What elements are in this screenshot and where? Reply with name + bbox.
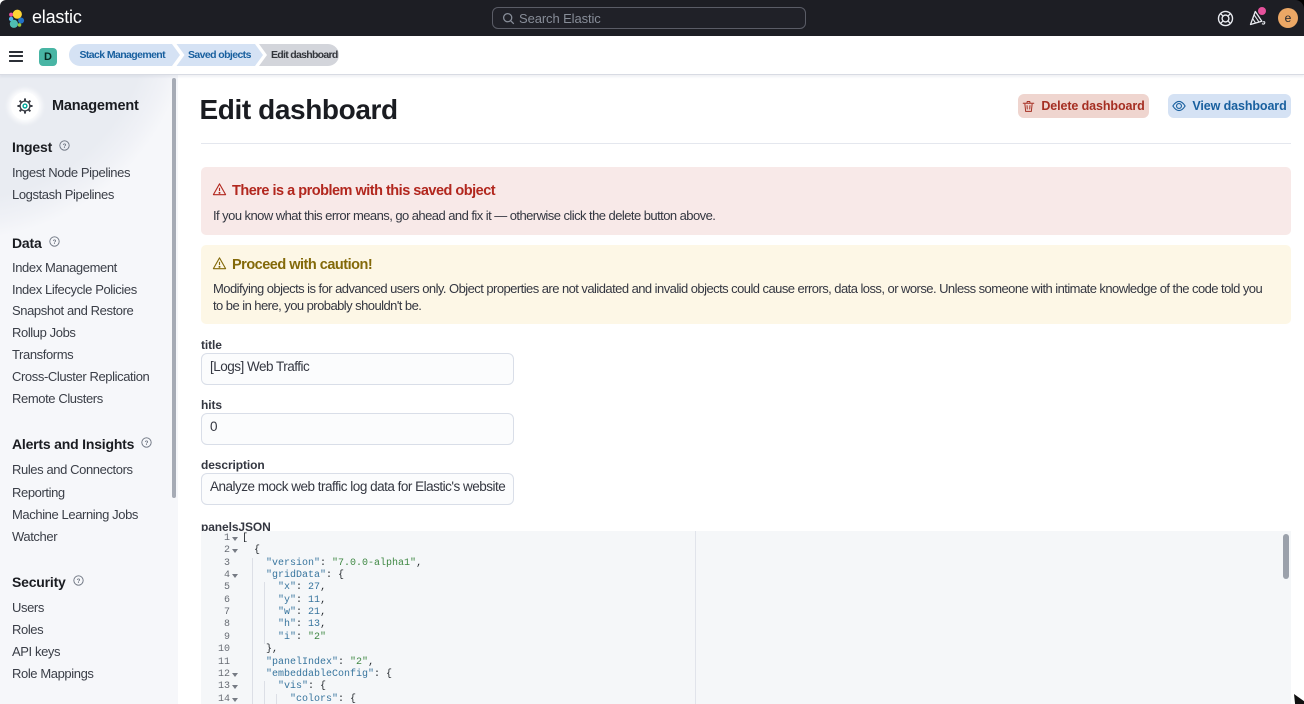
svg-text:?: ? [145, 440, 149, 447]
svg-text:?: ? [76, 578, 80, 585]
svg-text:?: ? [63, 143, 67, 150]
svg-text:?: ? [52, 239, 56, 246]
